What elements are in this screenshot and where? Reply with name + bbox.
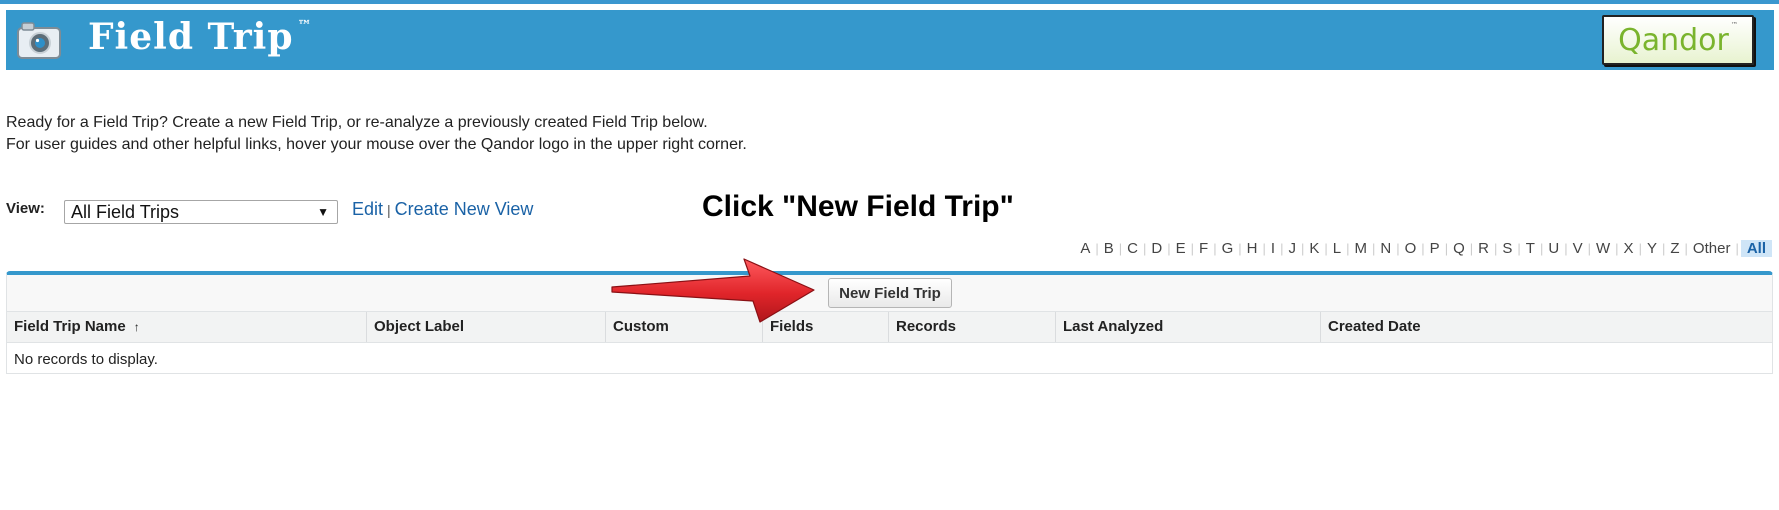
view-selected-value: All Field Trips — [71, 202, 180, 222]
alpha-filter-all[interactable]: All — [1740, 240, 1772, 257]
alpha-filter-g[interactable]: G — [1217, 240, 1239, 257]
app-header-banner: Field Trip ™ Qandor ™ — [6, 10, 1774, 70]
alpha-filter-b[interactable]: B — [1099, 240, 1119, 257]
intro-text: Ready for a Field Trip? Create a new Fie… — [6, 112, 747, 156]
alpha-filter-x[interactable]: X — [1619, 240, 1639, 257]
sort-ascending-icon: ↑ — [133, 320, 140, 334]
table-header: Field Trip Name ↑ Object Label Custom Fie… — [7, 311, 1772, 343]
alpha-filter-w[interactable]: W — [1591, 240, 1615, 257]
view-label: View: — [6, 200, 45, 217]
alpha-filter-p[interactable]: P — [1425, 240, 1445, 257]
alpha-filter-o[interactable]: O — [1400, 240, 1422, 257]
alpha-filter-y[interactable]: Y — [1642, 240, 1662, 257]
alpha-filter-f[interactable]: F — [1194, 240, 1213, 257]
alpha-filter-t[interactable]: T — [1521, 240, 1540, 257]
link-separator: | — [387, 202, 391, 218]
view-links: Edit | Create New View — [352, 199, 533, 220]
alpha-filter-u[interactable]: U — [1543, 240, 1564, 257]
alpha-filter-q[interactable]: Q — [1448, 240, 1470, 257]
dropdown-arrow-icon: ▼ — [317, 205, 329, 219]
alpha-filter-l[interactable]: L — [1328, 240, 1346, 257]
qandor-logo[interactable]: Qandor ™ — [1602, 15, 1754, 65]
alpha-filter-n[interactable]: N — [1375, 240, 1396, 257]
column-header-field-trip-name[interactable]: Field Trip Name ↑ — [7, 312, 366, 342]
intro-line-1: Ready for a Field Trip? Create a new Fie… — [6, 114, 708, 131]
column-header-object-label[interactable]: Object Label — [366, 312, 605, 342]
empty-table-message: No records to display. — [14, 351, 158, 368]
top-accent-line — [0, 0, 1779, 4]
alpha-filter-e[interactable]: E — [1171, 240, 1191, 257]
alpha-separator: | — [1735, 241, 1739, 256]
alpha-filter-m[interactable]: M — [1349, 240, 1372, 257]
camera-icon — [17, 22, 61, 59]
alphabet-filter: A | B | C | D | E | F | G | H | I | J | K | L | M | N | O | P | Q | R | S | T |… — [1075, 240, 1772, 257]
app-title: Field Trip ™ — [88, 16, 313, 58]
alpha-filter-d[interactable]: D — [1146, 240, 1167, 257]
alpha-filter-v[interactable]: V — [1568, 240, 1588, 257]
alpha-filter-a[interactable]: A — [1075, 240, 1095, 257]
create-new-view-link[interactable]: Create New View — [395, 199, 534, 219]
button-row: New Field Trip — [7, 275, 1772, 311]
intro-line-2: For user guides and other helpful links,… — [6, 136, 747, 153]
instruction-callout: Click "New Field Trip" — [702, 190, 1014, 223]
alpha-filter-r[interactable]: R — [1473, 240, 1494, 257]
alpha-filter-c[interactable]: C — [1122, 240, 1143, 257]
alpha-filter-k[interactable]: K — [1304, 240, 1324, 257]
alpha-filter-i[interactable]: I — [1266, 240, 1280, 257]
alpha-filter-other[interactable]: Other — [1688, 240, 1736, 257]
alpha-filter-z[interactable]: Z — [1665, 240, 1684, 257]
field-trip-list-panel: New Field Trip Field Trip Name ↑ Object L… — [6, 271, 1773, 374]
new-field-trip-button[interactable]: New Field Trip — [828, 278, 952, 308]
red-arrow-icon — [611, 258, 815, 323]
column-header-created-date[interactable]: Created Date — [1320, 312, 1772, 342]
edit-view-link[interactable]: Edit — [352, 199, 383, 219]
column-header-last-analyzed[interactable]: Last Analyzed — [1055, 312, 1320, 342]
alpha-filter-h[interactable]: H — [1242, 240, 1263, 257]
view-select[interactable]: All Field Trips ▼ — [64, 200, 338, 224]
alpha-filter-s[interactable]: S — [1497, 240, 1517, 257]
column-header-records[interactable]: Records — [888, 312, 1055, 342]
alpha-filter-j[interactable]: J — [1283, 240, 1301, 257]
